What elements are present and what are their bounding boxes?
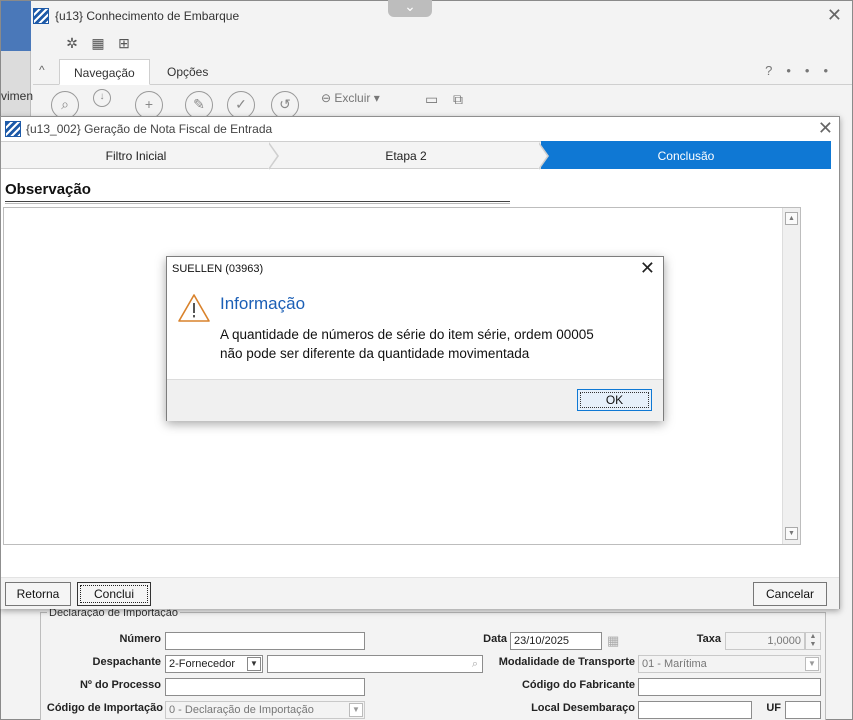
- calendar-picker-icon[interactable]: ▦: [607, 633, 619, 649]
- scroll-down-icon[interactable]: ▼: [785, 527, 798, 540]
- data-input[interactable]: 23/10/2025: [510, 632, 602, 650]
- numero-input[interactable]: [165, 632, 365, 650]
- shrink-icon[interactable]: ✲: [63, 35, 81, 51]
- download-icon[interactable]: ↓: [93, 89, 111, 107]
- dialog-close-icon[interactable]: ✕: [640, 258, 655, 279]
- fabricante-label: Código do Fabricante: [521, 679, 635, 691]
- importacao-select[interactable]: 0 - Declaração de Importação ▼: [165, 701, 365, 719]
- importacao-value: 0 - Declaração de Importação: [169, 704, 314, 716]
- uf-input[interactable]: [785, 701, 821, 719]
- taxa-input[interactable]: 1,0000: [725, 632, 805, 650]
- importacao-label: Código de Importação: [46, 702, 163, 714]
- tab-opcoes[interactable]: Opções: [153, 59, 222, 85]
- edit-icon[interactable]: ✎: [185, 91, 213, 119]
- dialog-message-line-1: A quantidade de números de série do item…: [220, 327, 594, 342]
- step-label: Etapa 2: [385, 149, 427, 163]
- step-label: Filtro Inicial: [105, 149, 167, 163]
- background-close-icon[interactable]: ✕: [827, 5, 842, 26]
- add-icon[interactable]: +: [135, 91, 163, 119]
- despachante-select[interactable]: 2-Fornecedor ▼: [165, 655, 263, 673]
- ribbon-right-controls: ?•••: [765, 63, 842, 78]
- background-title-bar: {u13} Conhecimento de Embarque: [33, 3, 852, 29]
- left-panel: vimen: [1, 1, 34, 117]
- dialog-title: SUELLEN (03963): [172, 263, 264, 275]
- dialog-message: A quantidade de números de série do item…: [220, 325, 640, 363]
- despachante-value: 2-Fornecedor: [169, 658, 236, 670]
- modalidade-chevron-icon[interactable]: ▼: [805, 657, 819, 671]
- importacao-chevron-icon[interactable]: ▼: [349, 703, 363, 717]
- background-window-title: {u13} Conhecimento de Embarque: [55, 9, 240, 23]
- taxa-spinner-icon[interactable]: ▲ ▼: [805, 632, 821, 650]
- import-declaration-form: Declaração de Importação Número Data 23/…: [40, 607, 826, 720]
- tab-navegacao[interactable]: Navegação: [59, 59, 150, 85]
- wizard-steps: Filtro Inicial Etapa 2 Conclusão: [1, 141, 831, 170]
- grid-icon[interactable]: ⊞: [115, 35, 133, 51]
- excluir-label: Excluir: [334, 91, 371, 105]
- comment-icon[interactable]: ▭: [425, 91, 438, 108]
- desembaraco-label: Local Desembaraço: [531, 702, 635, 714]
- fabricante-input[interactable]: [638, 678, 821, 696]
- wizard-logo-icon: [5, 121, 21, 137]
- more-icon[interactable]: •••: [786, 63, 842, 78]
- info-dialog: SUELLEN (03963) ✕ Informação A quantidad…: [166, 256, 664, 421]
- left-panel-header: [1, 1, 31, 51]
- step-conclusao: Conclusão: [541, 141, 831, 169]
- background-toolbar: ✲ ▦ ⊞: [63, 35, 133, 51]
- help-icon[interactable]: ?: [765, 63, 786, 78]
- step-chevron-icon: [268, 142, 279, 170]
- undo-icon[interactable]: ↺: [271, 91, 299, 119]
- numero-label: Número: [119, 633, 161, 645]
- modalidade-value: 01 - Marítima: [642, 658, 707, 670]
- dialog-message-line-2: não pode ser diferente da quantidade mov…: [220, 346, 530, 361]
- check-icon[interactable]: ✓: [227, 91, 255, 119]
- wizard-close-icon[interactable]: ✕: [818, 118, 833, 139]
- modalidade-label: Modalidade de Transporte: [498, 656, 635, 668]
- ribbon-tabs: ^ Navegação Opções ?•••: [33, 57, 852, 85]
- dialog-footer: OK: [167, 379, 663, 421]
- desembaraco-input[interactable]: [638, 701, 752, 719]
- app-logo-icon: [33, 8, 49, 24]
- wizard-title: {u13_002} Geração de Nota Fiscal de Entr…: [26, 122, 273, 136]
- uf-label: UF: [766, 702, 781, 714]
- calendar-icon[interactable]: ▦: [89, 35, 107, 51]
- excluir-button[interactable]: ⊖ Excluir ▾: [321, 91, 380, 105]
- left-panel-label: vimen: [1, 89, 34, 103]
- cancel-button[interactable]: Cancelar: [753, 582, 827, 606]
- lookup-search-icon[interactable]: ⌕: [472, 656, 478, 672]
- processo-label: Nº do Processo: [79, 679, 161, 691]
- wizard-footer: Retorna Conclui Cancelar: [1, 577, 839, 609]
- warning-icon: [177, 293, 211, 326]
- search-icon[interactable]: ⌕: [51, 91, 79, 119]
- finish-button[interactable]: Conclui: [77, 582, 151, 606]
- data-label: Data: [483, 633, 507, 645]
- back-button[interactable]: Retorna: [5, 582, 71, 606]
- modalidade-select[interactable]: 01 - Marítima ▼: [638, 655, 821, 673]
- wizard-title-bar: {u13_002} Geração de Nota Fiscal de Entr…: [1, 117, 839, 141]
- ribbon-collapse-icon[interactable]: ^: [39, 63, 45, 77]
- step-filtro-inicial: Filtro Inicial: [1, 141, 279, 170]
- dialog-heading: Informação: [220, 294, 306, 313]
- vertical-scrollbar[interactable]: ▲ ▼: [782, 208, 800, 544]
- despachante-label: Despachante: [92, 656, 161, 668]
- taxa-label: Taxa: [696, 633, 721, 645]
- copy-icon[interactable]: ⧉: [453, 91, 463, 108]
- ok-button[interactable]: OK: [577, 389, 652, 411]
- processo-input[interactable]: [165, 678, 365, 696]
- step-etapa-2: Etapa 2: [271, 141, 549, 170]
- step-label: Conclusão: [657, 149, 715, 163]
- chevron-down-icon[interactable]: ▼: [247, 657, 261, 671]
- despachante-name-input[interactable]: ⌕: [267, 655, 483, 673]
- scroll-up-icon[interactable]: ▲: [785, 212, 798, 225]
- section-divider: [5, 201, 510, 204]
- step-chevron-icon: [538, 142, 549, 170]
- ribbon: ⌕ ↓ + ✎ ✓ ↺ ⊖ Excluir ▾ ▭ ⧉: [33, 87, 852, 119]
- section-title: Observação: [5, 181, 91, 198]
